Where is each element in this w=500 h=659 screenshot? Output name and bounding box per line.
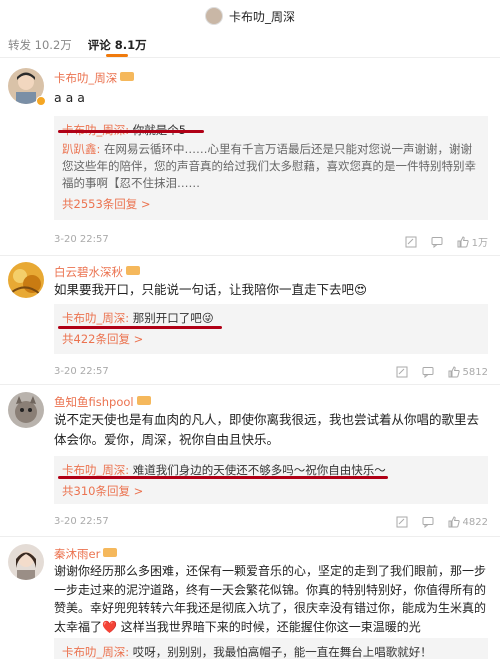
thumbs-up-icon [448,516,460,528]
thumbs-up-icon [457,235,469,247]
reply-author[interactable]: 卡布叻_周深: [62,645,129,659]
red-underline-annotation [58,476,388,479]
sub-reply-author[interactable]: 趴趴鑫: [62,142,100,156]
header-avatar[interactable] [204,7,223,25]
comment-text: 谢谢你经历那么多困难，还保有一颗爱音乐的心，坚定的走到了我们眼前，那一步一步走过… [54,564,487,634]
avatar[interactable] [8,392,44,428]
comment-text: 说不定天使也是有血肉的凡人，即使你离我很远，我也尝试着从你唱的歌里去体会你。爱你… [54,412,480,447]
comment-author[interactable]: 秦沐雨er [54,546,118,562]
comment-time: 3-20 22:57 [54,234,109,245]
like-count: 4822 [462,516,488,528]
comment-time: 3-20 22:57 [54,516,109,527]
comment-meta: 3-20 22:57 1万 [54,234,488,249]
thumbs-up-icon [448,366,460,378]
like-button[interactable]: 1万 [457,234,488,249]
tab-reposts[interactable]: 转发 10.2万 [8,32,72,58]
reply-author[interactable]: 卡布叻_周深: [62,311,129,325]
comment-meta: 3-20 22:57 5812 [54,366,488,380]
comment-author[interactable]: 卡布叻_周深 [54,70,135,86]
reply-text: 那别开口了吧😜 [129,311,214,325]
divider [0,384,500,385]
avatar[interactable] [8,544,44,580]
red-underline-annotation [58,130,204,133]
reply-text: 哎呀，别别别，我最怕高帽子，能一直在舞台上唱歌就好！ [129,645,432,659]
repost-icon[interactable] [396,516,408,528]
like-button[interactable]: 5812 [448,366,488,378]
like-count: 5812 [462,366,488,378]
level-badge-icon [103,548,118,557]
comment-text: 如果要我开口，只能说一句话，让我陪你一直走下去吧😍 [54,282,368,297]
level-badge-icon [136,396,151,405]
comment-icon[interactable] [431,236,443,248]
tab-comments[interactable]: 评论 8.1万 [88,32,147,58]
reply-box[interactable]: 卡布叻_周深: 难道我们身边的天使还不够多吗～祝你自由快乐～ 共310条回复 > [54,456,488,504]
comment-icon[interactable] [422,366,434,378]
reply-box[interactable]: 卡布叻_周深: 哎呀，别别别，我最怕高帽子，能一直在舞台上唱歌就好！ [54,638,488,659]
like-button[interactable]: 4822 [448,516,488,528]
verified-badge-icon [36,96,46,106]
more-replies-link[interactable]: 共2553条回复 > [62,196,480,213]
repost-icon[interactable] [396,366,408,378]
tab-bar: 转发 10.2万 评论 8.1万 [0,32,500,58]
level-badge-icon [126,266,140,275]
comment-time: 3-20 22:57 [54,366,109,377]
comment-author[interactable]: 白云碧水深秋 [54,264,140,280]
comment-author[interactable]: 鱼知鱼fishpool [54,394,151,410]
more-replies-link[interactable]: 共310条回复 > [62,483,480,500]
divider [0,255,500,256]
more-replies-link[interactable]: 共422条回复 > [62,331,480,348]
sub-reply-text: 在网易云循环中……心里有千言万语最后还是只能对您说一声谢谢，谢谢您这些年的陪伴，… [62,142,476,190]
reply-text: 难道我们身边的天使还不够多吗～祝你自由快乐～ [129,463,386,477]
reply-author[interactable]: 卡布叻_周深: [62,463,129,477]
repost-icon[interactable] [405,236,417,248]
comment-icon[interactable] [422,516,434,528]
comment-text: a a a [54,90,85,105]
reply-box[interactable]: 卡布叻_周深: 那别开口了吧😜 共422条回复 > [54,304,488,354]
avatar[interactable] [8,262,44,298]
top-bar: 卡布叻_周深 [0,0,500,32]
red-underline-annotation [58,326,222,329]
page-title: 卡布叻_周深 [228,9,295,24]
divider [0,536,500,537]
comment-meta: 3-20 22:57 4822 [54,516,488,530]
weibo-comments-page: 卡布叻_周深 转发 10.2万 评论 8.1万 卡布叻_周深 a a a 卡布叻… [0,0,500,659]
level-badge-icon [120,72,135,81]
like-count: 1万 [471,238,488,249]
